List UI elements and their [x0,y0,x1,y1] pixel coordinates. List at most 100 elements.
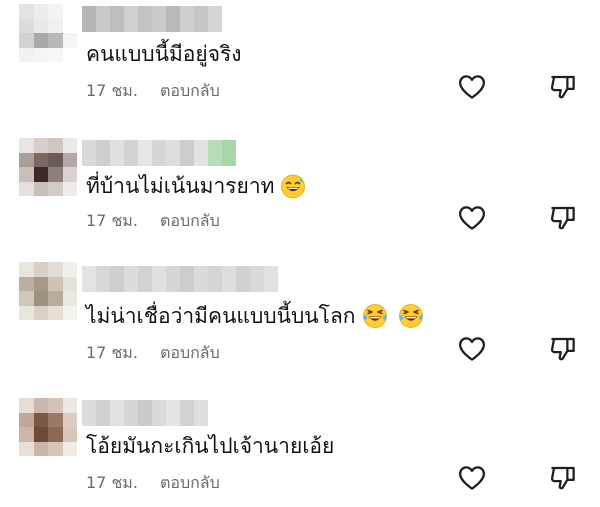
username-pixel [124,400,138,426]
avatar-pixel [19,18,34,33]
username-pixel [110,266,124,292]
username-pixel [138,140,152,166]
avatar-pixel [48,291,63,306]
username-pixel [166,140,180,166]
comment-text: โอ้ยมันกะเกินไปเจ้านายเอ้ย [86,432,334,460]
username-pixel [152,266,166,292]
username[interactable] [82,266,278,292]
avatar-pixel [33,276,48,291]
reply-button[interactable]: ตอบกลับ [160,81,220,100]
avatar-pixel [62,18,77,33]
avatar-pixel [62,427,77,442]
username-pixel [110,400,124,426]
avatar-pixel [48,18,63,33]
username-pixel [152,400,166,426]
avatar-pixel [19,262,34,277]
avatar-pixel [48,305,63,320]
avatar-pixel [48,47,63,62]
avatar-pixel [48,427,63,442]
avatar-pixel [62,262,77,277]
heart-icon[interactable] [457,72,487,102]
laugh-cry-emoji [398,304,423,328]
avatar[interactable] [19,4,77,62]
avatar-pixel [62,138,77,153]
avatar-pixel [19,33,34,48]
username[interactable] [82,140,236,166]
avatar-pixel [62,398,77,413]
username-pixel [180,400,194,426]
avatar-pixel [62,167,77,182]
username-pixel [138,400,152,426]
comment-meta: 17 ชม. ตอบกลับ [86,341,220,366]
avatar-pixel [33,33,48,48]
avatar[interactable] [19,398,77,456]
username-pixel [264,266,278,292]
avatar-pixel [33,291,48,306]
username-pixel [82,266,96,292]
heart-icon[interactable] [457,334,487,364]
username-pixel [124,266,138,292]
username-pixel [166,6,180,32]
avatar-pixel [62,412,77,427]
avatar-pixel [33,47,48,62]
avatar-pixel [19,412,34,427]
avatar-pixel [48,167,63,182]
heart-icon[interactable] [457,203,487,233]
avatar-pixel [62,291,77,306]
heart-icon[interactable] [457,463,487,493]
comment-meta: 17 ชม. ตอบกลับ [86,471,220,496]
username-pixel [96,266,110,292]
avatar[interactable] [19,262,77,320]
avatar-pixel [62,152,77,167]
username-pixel [96,6,110,32]
reply-button[interactable]: ตอบกลับ [160,211,220,230]
username-pixel [96,400,110,426]
avatar-pixel [19,4,34,19]
avatar-pixel [62,33,77,48]
username-pixel [250,266,264,292]
username-pixel [208,140,222,166]
username-pixel [82,140,96,166]
comment-time: 17 ชม. [86,343,138,362]
avatar-pixel [33,167,48,182]
avatar-pixel [19,167,34,182]
thumbs-down-icon[interactable] [548,334,578,364]
thumbs-down-icon[interactable] [548,463,578,493]
comment-meta: 17 ชม. ตอบกลับ [86,79,220,104]
avatar-pixel [48,152,63,167]
username-pixel [166,266,180,292]
avatar[interactable] [19,138,77,196]
username-pixel [194,140,208,166]
username[interactable] [82,6,222,32]
comment-text-value: โอ้ยมันกะเกินไปเจ้านายเอ้ย [86,434,335,458]
reply-button[interactable]: ตอบกลับ [160,473,220,492]
thumbs-down-icon[interactable] [548,203,578,233]
laugh-cry-emoji [362,304,387,328]
username-pixel [208,266,222,292]
username-pixel [194,400,208,426]
avatar-pixel [19,181,34,196]
reply-button[interactable]: ตอบกลับ [160,343,220,362]
username-pixel [180,6,194,32]
username-pixel [138,266,152,292]
avatar-pixel [19,305,34,320]
username-pixel [208,6,222,32]
comment-text: ที่บ้านไม่เน้นมารยาท [86,172,306,200]
avatar-pixel [33,412,48,427]
username-pixel [124,140,138,166]
avatar-pixel [33,181,48,196]
username-pixel [222,140,236,166]
comment-time: 17 ชม. [86,81,138,100]
avatar-pixel [19,427,34,442]
comment-time: 17 ชม. [86,473,138,492]
thumbs-down-icon[interactable] [548,72,578,102]
username-pixel [180,140,194,166]
avatar-pixel [62,276,77,291]
comment-text-value: ที่บ้านไม่เน้นมารยาท [86,174,275,198]
username-pixel [180,266,194,292]
username-pixel [222,266,236,292]
avatar-pixel [48,398,63,413]
username[interactable] [82,400,208,426]
avatar-pixel [48,262,63,277]
avatar-pixel [48,4,63,19]
